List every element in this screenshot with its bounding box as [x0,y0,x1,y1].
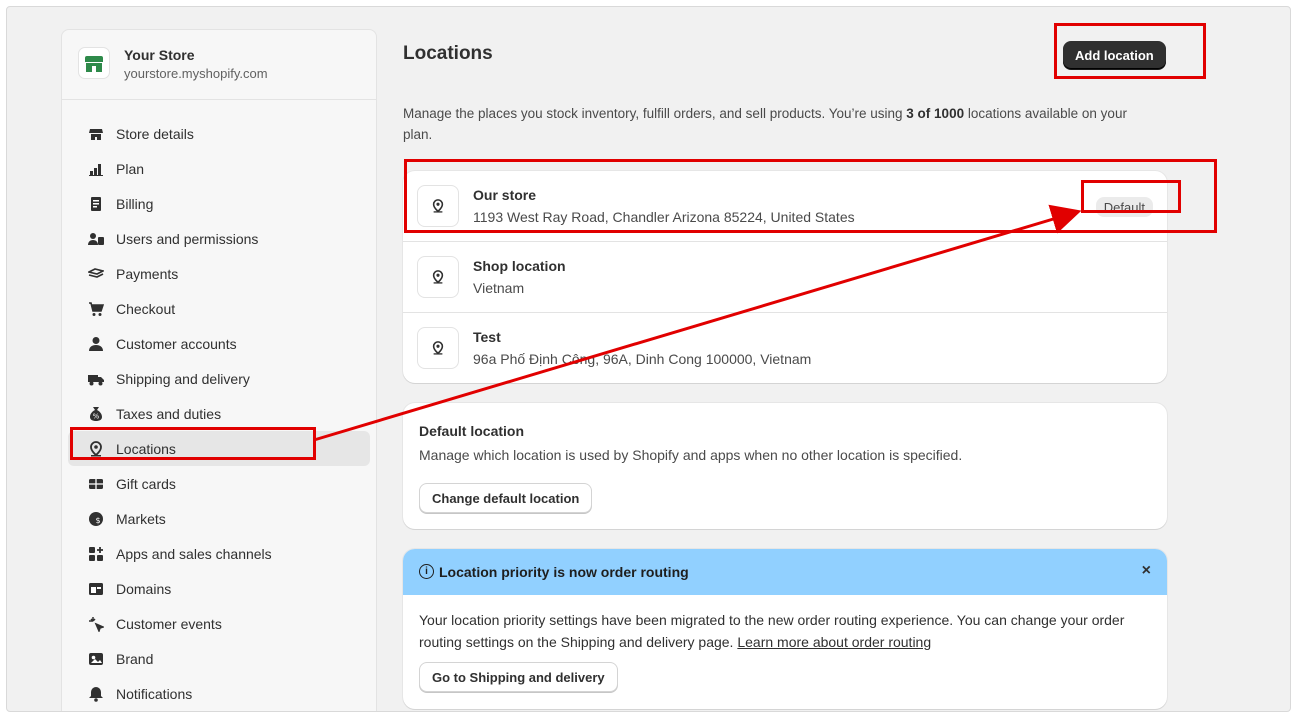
settings-nav: Store details Plan Billing Users and per… [62,116,376,711]
sidebar-item-users[interactable]: Users and permissions [68,221,370,256]
store-url: yourstore.myshopify.com [124,66,268,81]
order-routing-link[interactable]: Learn more about order routing [737,634,931,650]
sidebar-item-payments[interactable]: Payments [68,256,370,291]
location-icon [88,440,104,457]
sidebar-item-shipping[interactable]: Shipping and delivery [68,361,370,396]
go-to-shipping-button[interactable]: Go to Shipping and delivery [419,662,618,692]
location-row[interactable]: Our store 1193 West Ray Road, Chandler A… [403,171,1167,242]
tax-icon: % [88,406,104,422]
sidebar-item-notifications[interactable]: Notifications [68,676,370,711]
sidebar-item-billing[interactable]: Billing [68,186,370,221]
location-pin-icon [417,327,459,369]
payments-icon [88,266,104,282]
sidebar-item-markets[interactable]: $ Markets [68,501,370,536]
store-icon [88,126,104,142]
sidebar-item-label: Domains [116,580,172,597]
sidebar-item-label: Notifications [116,685,193,702]
page-title: Locations [403,43,493,64]
location-usage-count: 3 of 1000 [906,106,965,121]
sidebar-item-apps[interactable]: Apps and sales channels [68,536,370,571]
location-address: 1193 West Ray Road, Chandler Arizona 852… [473,209,855,225]
store-name: Your Store [124,47,195,63]
location-name: Our store [473,187,537,203]
location-pin-icon [417,256,459,298]
banner-title: Location priority is now order routing [439,564,689,580]
default-location-title: Default location [419,423,525,439]
sidebar-item-plan[interactable]: Plan [68,151,370,186]
sidebar-item-label: Billing [116,195,154,212]
person-icon [88,336,104,352]
sidebar-item-gift-cards[interactable]: Gift cards [68,466,370,501]
sidebar-item-locations[interactable]: Locations [68,431,370,466]
app-frame: Your Store yourstore.myshopify.com Store… [6,6,1291,712]
globe-icon: $ [88,511,104,527]
add-location-button[interactable]: Add location [1063,41,1166,69]
truck-icon [88,371,104,387]
close-icon[interactable]: × [1142,562,1151,580]
order-routing-banner: i Location priority is now order routing… [403,549,1167,709]
default-location-text: Manage which location is used by Shopify… [419,447,963,463]
change-default-location-button[interactable]: Change default location [419,483,593,513]
default-badge: Default [1095,197,1153,217]
sidebar-item-label: Users and permissions [116,230,259,247]
sidebar-item-customer-accounts[interactable]: Customer accounts [68,326,370,361]
location-name: Test [473,329,501,345]
sidebar-item-taxes[interactable]: % Taxes and duties [68,396,370,431]
banner-header: i Location priority is now order routing… [403,549,1167,595]
location-address: 96a Phố Định Công, 96A, Dinh Cong 100000… [473,351,812,367]
svg-text:%: % [93,412,100,420]
cart-icon [88,301,104,317]
location-address: Vietnam [473,280,525,296]
sidebar-item-label: Store details [116,125,194,142]
domains-icon [88,581,104,597]
plan-icon [88,161,104,177]
bell-icon [88,686,104,702]
default-location-card: Default location Manage which location i… [403,403,1167,529]
sidebar-item-label: Payments [116,265,179,282]
gift-card-icon [88,476,104,492]
sidebar-item-checkout[interactable]: Checkout [68,291,370,326]
page-description: Manage the places you stock inventory, f… [403,103,1133,145]
sidebar-item-label: Plan [116,160,145,177]
sidebar-item-label: Markets [116,510,166,527]
location-pin-icon [417,185,459,227]
banner-text: Your location priority settings have bee… [419,609,1149,653]
sidebar-item-customer-events[interactable]: Customer events [68,606,370,641]
sidebar-item-label: Locations [116,440,176,457]
sidebar-item-store-details[interactable]: Store details [68,116,370,151]
billing-icon [88,196,104,212]
sparkle-icon [88,616,104,632]
sidebar-item-label: Checkout [116,300,176,317]
brand-icon [88,651,104,667]
settings-sidebar: Your Store yourstore.myshopify.com Store… [61,29,377,711]
description-text: Manage the places you stock inventory, f… [403,106,907,121]
locations-list-card: Our store 1193 West Ray Road, Chandler A… [403,171,1167,383]
sidebar-item-label: Taxes and duties [116,405,222,422]
sidebar-item-brand[interactable]: Brand [68,641,370,676]
sidebar-item-label: Gift cards [116,475,176,492]
sidebar-item-label: Brand [116,650,154,667]
location-row[interactable]: Test 96a Phố Định Công, 96A, Dinh Cong 1… [403,313,1167,383]
sidebar-item-domains[interactable]: Domains [68,571,370,606]
sidebar-item-label: Apps and sales channels [116,545,272,562]
users-icon [88,231,104,247]
sidebar-item-label: Customer accounts [116,335,237,352]
sidebar-item-label: Shipping and delivery [116,370,250,387]
sidebar-item-label: Customer events [116,615,222,632]
store-logo-icon [78,47,110,79]
info-icon: i [419,564,434,579]
location-row[interactable]: Shop location Vietnam [403,242,1167,313]
svg-text:$: $ [95,516,100,525]
apps-icon [88,546,104,562]
store-header[interactable]: Your Store yourstore.myshopify.com [62,30,376,100]
location-name: Shop location [473,258,566,274]
